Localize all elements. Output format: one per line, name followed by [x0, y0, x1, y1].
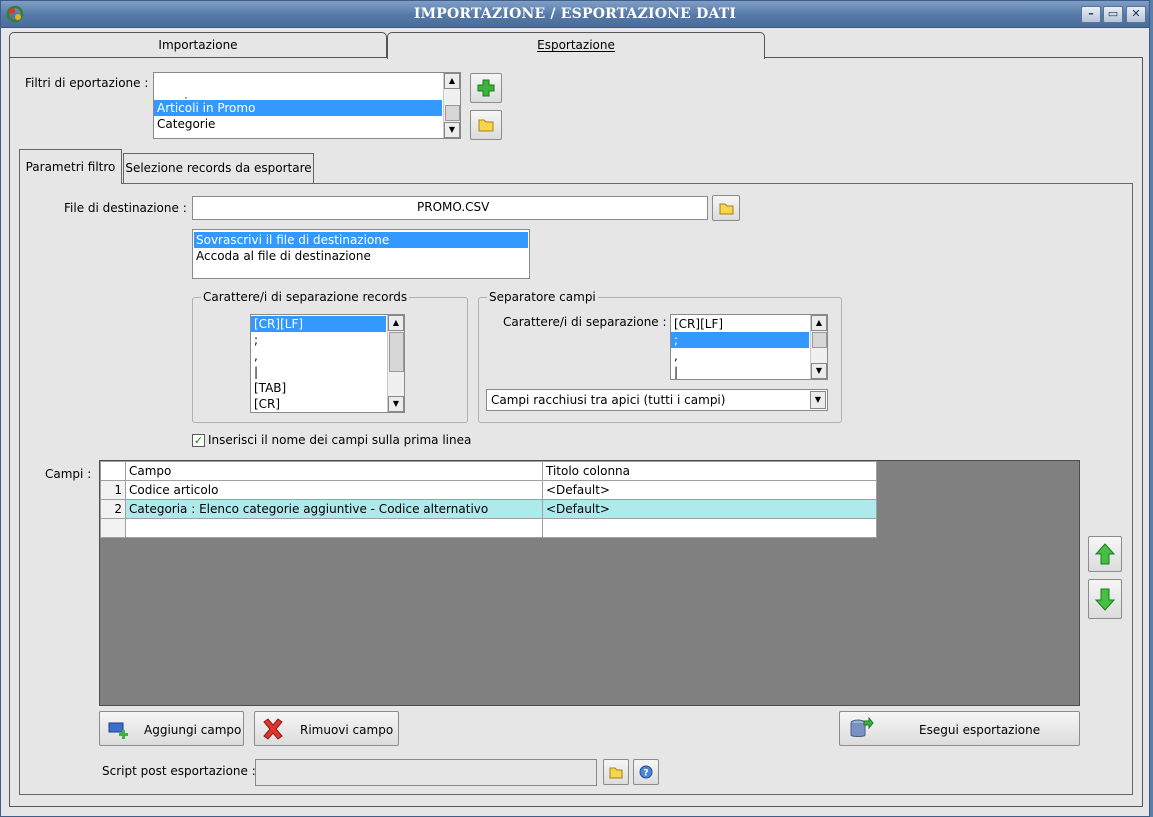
minimize-button[interactable]: –	[1081, 6, 1101, 23]
list-item[interactable]: ;	[251, 332, 404, 348]
cell-campo[interactable]: Codice articolo	[125, 480, 543, 500]
chevron-down-icon[interactable]: ▼	[810, 391, 826, 409]
scroll-thumb[interactable]	[389, 332, 404, 372]
browse-script-button[interactable]	[603, 759, 629, 785]
list-item[interactable]: Categorie	[154, 116, 460, 132]
column-header-titolo[interactable]: Titolo colonna	[542, 461, 877, 481]
fields-table[interactable]: Campo Titolo colonna 1 Codice articolo <…	[100, 461, 877, 538]
list-item[interactable]: [CR][LF]	[671, 316, 827, 332]
plus-icon	[477, 79, 495, 97]
field-separator-list[interactable]: [CR][LF] ; , | ▲ ▼	[670, 314, 828, 380]
scroll-down-button[interactable]: ▼	[388, 396, 404, 412]
destination-mode-list[interactable]: Sovrascrivi il file di destinazione Acco…	[192, 229, 530, 279]
list-item[interactable]: [TAB]	[251, 380, 404, 396]
title-bar[interactable]: IMPORTAZIONE / ESPORTAZIONE DATI – ▭ ✕	[1, 1, 1149, 28]
table-header-row: Campo Titolo colonna	[100, 461, 877, 481]
folder-icon	[609, 767, 623, 779]
row-number: 1	[100, 480, 126, 500]
move-up-button[interactable]	[1088, 536, 1122, 572]
browse-destination-button[interactable]	[712, 195, 740, 221]
column-header-campo[interactable]: Campo	[125, 461, 543, 481]
fields-grid[interactable]: Campo Titolo colonna 1 Codice articolo <…	[99, 460, 1080, 706]
cell-titolo[interactable]	[542, 518, 877, 538]
filters-scrollbar[interactable]: ▲ ▼	[443, 73, 460, 138]
record-separator-list[interactable]: [CR][LF] ; , | [TAB] [CR] ▲ ▼	[250, 314, 405, 413]
fields-label: Campi :	[45, 467, 92, 481]
tab-esportazione[interactable]: Esportazione	[387, 32, 765, 59]
remove-field-button[interactable]: Rimuovi campo	[254, 711, 399, 746]
cell-titolo[interactable]: <Default>	[542, 499, 877, 519]
cell-titolo[interactable]: <Default>	[542, 480, 877, 500]
list-item[interactable]: Sovrascrivi il file di destinazione	[194, 232, 528, 248]
list-item[interactable]: ,	[671, 348, 827, 364]
row-number: 2	[100, 499, 126, 519]
header-checkbox[interactable]: ✓	[192, 434, 205, 447]
window-title: IMPORTAZIONE / ESPORTAZIONE DATI	[413, 6, 737, 22]
list-item[interactable]: [CR][LF]	[251, 316, 386, 332]
scroll-down-button[interactable]: ▼	[811, 363, 827, 379]
cell-campo[interactable]: Categoria : Elenco categorie aggiuntive …	[125, 499, 543, 519]
record-separator-scrollbar[interactable]: ▲ ▼	[387, 315, 404, 412]
svg-text:?: ?	[643, 769, 648, 779]
table-row-empty[interactable]	[100, 518, 877, 538]
quote-option-value: Campi racchiusi tra apici (tutti i campi…	[491, 393, 726, 407]
add-field-button[interactable]: Aggiungi campo	[99, 711, 244, 746]
destination-input[interactable]: PROMO.CSV	[192, 196, 708, 220]
tab-importazione[interactable]: Importazione	[9, 32, 387, 58]
tab-selezione-records[interactable]: Selezione records da esportare	[123, 153, 314, 183]
list-item[interactable]: ,	[251, 348, 404, 364]
list-item[interactable]: ;	[671, 332, 809, 348]
folder-icon	[719, 203, 734, 215]
script-label: Script post esportazione :	[102, 764, 256, 778]
table-row[interactable]: 1 Codice articolo <Default>	[100, 480, 877, 500]
run-export-label: Esegui esportazione	[919, 723, 1041, 737]
header-checkbox-label: Inserisci il nome dei campi sulla prima …	[208, 433, 472, 447]
record-separator-legend: Carattere/i di separazione records	[201, 290, 410, 304]
export-icon	[850, 717, 874, 737]
quote-option-select[interactable]: Campi racchiusi tra apici (tutti i campi…	[486, 389, 828, 411]
destination-label: File di destinazione :	[64, 201, 187, 215]
redacted-area	[154, 73, 254, 97]
list-item[interactable]: Accoda al file di destinazione	[193, 248, 529, 264]
folder-icon	[478, 119, 494, 132]
cell-campo[interactable]	[125, 518, 543, 538]
run-export-button[interactable]: Esegui esportazione	[839, 711, 1080, 746]
table-row[interactable]: 2 Categoria : Elenco categorie aggiuntiv…	[100, 499, 877, 519]
help-button[interactable]: ?	[633, 759, 659, 785]
add-field-icon	[108, 722, 128, 739]
scroll-up-button[interactable]: ▲	[444, 73, 460, 89]
help-icon: ?	[639, 765, 653, 779]
close-button[interactable]: ✕	[1126, 6, 1146, 23]
field-separator-legend: Separatore campi	[487, 290, 598, 304]
remove-field-label: Rimuovi campo	[300, 723, 394, 737]
add-field-label: Aggiungi campo	[144, 723, 242, 737]
scroll-down-button[interactable]: ▼	[444, 122, 460, 138]
scroll-thumb[interactable]	[445, 105, 460, 121]
list-item[interactable]: |	[671, 364, 827, 379]
open-filter-button[interactable]	[470, 110, 502, 140]
scroll-thumb[interactable]	[812, 332, 827, 348]
script-input[interactable]	[255, 759, 597, 786]
add-filter-button[interactable]	[470, 73, 502, 103]
scroll-up-button[interactable]: ▲	[388, 315, 404, 331]
export-filters-label: Filtri di eportazione :	[25, 76, 149, 90]
list-item[interactable]: Articoli in Promo	[154, 100, 442, 116]
list-item[interactable]: |	[251, 364, 404, 380]
maximize-button[interactable]: ▭	[1103, 6, 1123, 23]
tab-parametri-filtro[interactable]: Parametri filtro	[19, 149, 122, 184]
field-separator-scrollbar[interactable]: ▲ ▼	[810, 315, 827, 379]
row-number-header	[100, 461, 126, 481]
export-filters-list[interactable]: Camp Articoli in Promo Categorie ▲ ▼	[153, 72, 461, 139]
row-number	[100, 518, 126, 538]
scroll-up-button[interactable]: ▲	[811, 315, 827, 331]
field-separator-label: Carattere/i di separazione :	[503, 315, 667, 329]
arrow-up-icon	[1094, 543, 1116, 565]
move-down-button[interactable]	[1088, 579, 1122, 619]
remove-field-icon	[263, 718, 283, 740]
arrow-down-icon	[1094, 588, 1116, 611]
export-window: IMPORTAZIONE / ESPORTAZIONE DATI – ▭ ✕ I…	[0, 0, 1150, 817]
list-item[interactable]: [CR]	[251, 396, 404, 412]
